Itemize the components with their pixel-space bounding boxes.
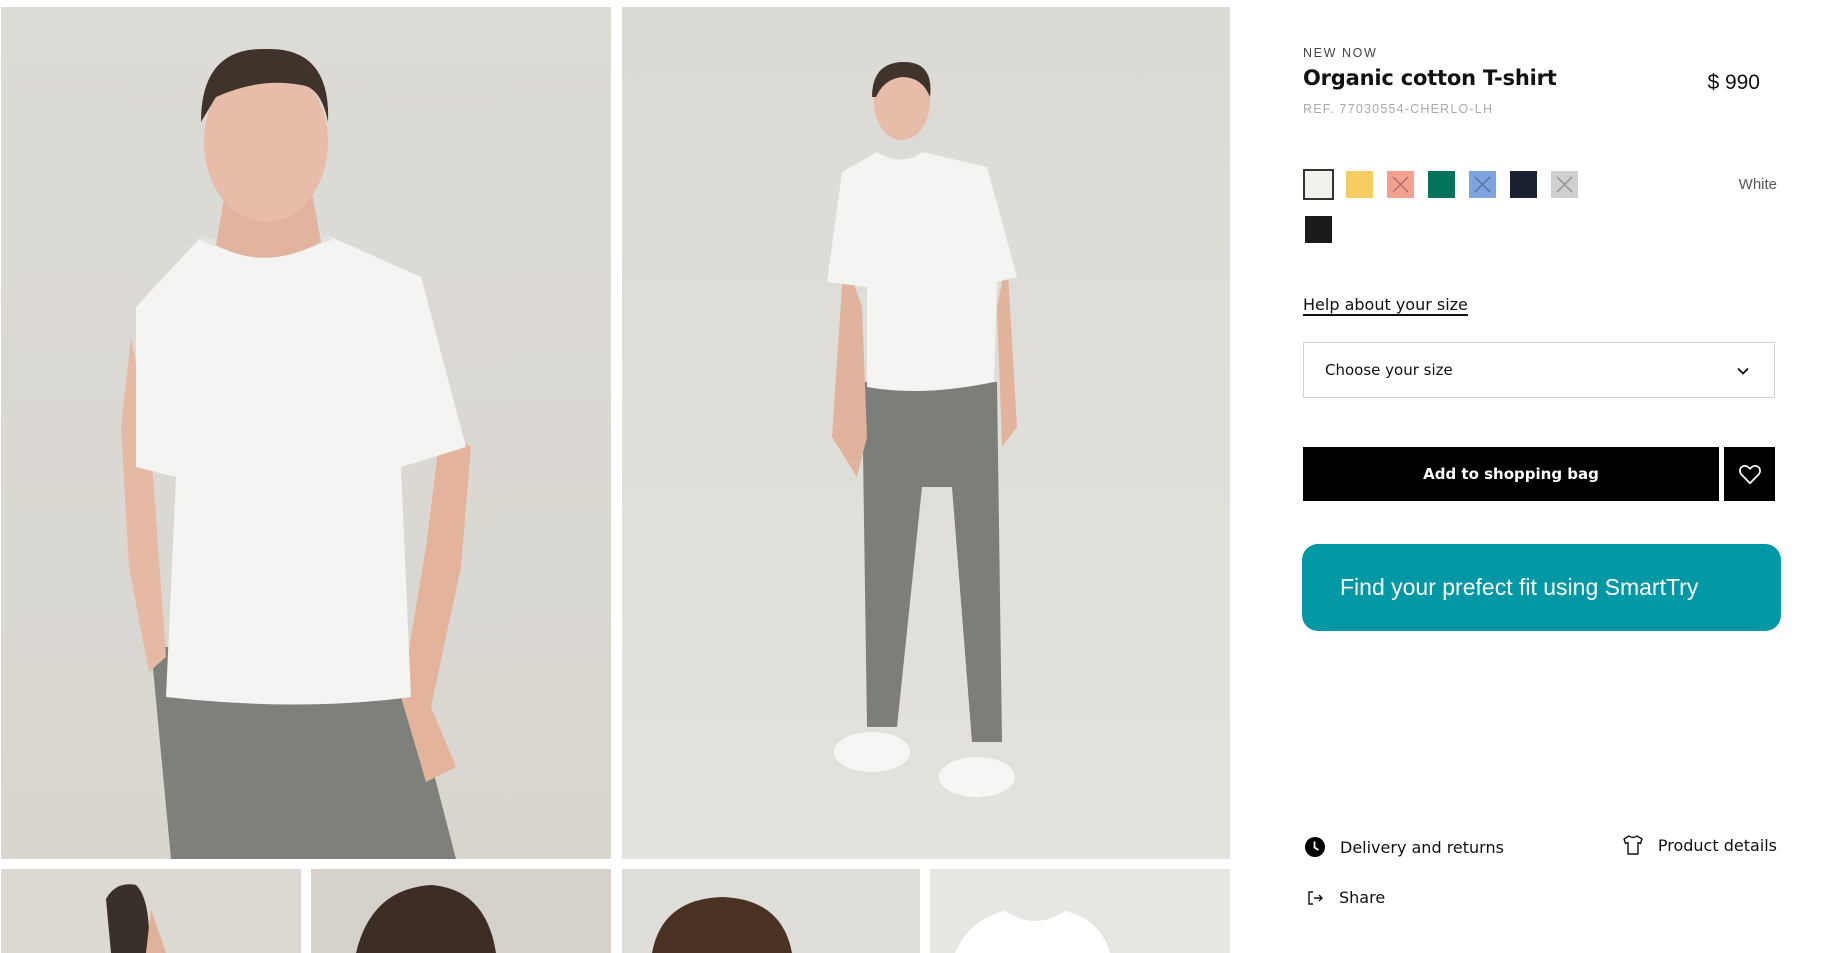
unavailable-cross-icon bbox=[1392, 176, 1409, 193]
color-swatch-coral[interactable] bbox=[1387, 171, 1414, 198]
share-label: Share bbox=[1339, 888, 1386, 907]
model-closeup-illustration bbox=[121, 48, 471, 859]
thumbnail-image-2[interactable] bbox=[311, 869, 611, 953]
selected-color-name: White bbox=[1738, 176, 1777, 193]
size-help-link[interactable]: Help about your size bbox=[1303, 295, 1468, 314]
product-image-main-fullbody[interactable] bbox=[622, 7, 1230, 859]
thumbnail-image-1[interactable] bbox=[1, 869, 301, 953]
thumbnail-image-4[interactable] bbox=[930, 869, 1230, 953]
favorite-button[interactable] bbox=[1724, 447, 1775, 501]
size-dropdown-placeholder: Choose your size bbox=[1325, 361, 1453, 379]
share-icon bbox=[1307, 889, 1325, 907]
product-info-panel: NEW NOW Organic cotton T-shirt REF. 7703… bbox=[1302, 0, 1781, 953]
product-details-link[interactable]: Product details bbox=[1622, 834, 1777, 856]
product-details-label: Product details bbox=[1657, 835, 1777, 855]
thumbnail-head-closeup bbox=[652, 897, 792, 953]
share-link[interactable]: Share bbox=[1307, 888, 1385, 907]
product-title: Organic cotton T-shirt bbox=[1303, 66, 1557, 90]
color-swatch-navy[interactable] bbox=[1510, 171, 1537, 198]
unavailable-cross-icon bbox=[1474, 176, 1491, 193]
product-eyebrow: NEW NOW bbox=[1303, 46, 1378, 60]
color-swatch-green[interactable] bbox=[1428, 171, 1455, 198]
product-image-main-closeup[interactable] bbox=[1, 7, 611, 859]
clock-icon bbox=[1304, 836, 1326, 858]
smarttry-button[interactable]: Find your prefect fit using SmartTry bbox=[1302, 544, 1781, 631]
thumbnail-hair-closeup bbox=[356, 885, 496, 953]
tshirt-icon bbox=[1622, 834, 1644, 856]
add-to-bag-button[interactable]: Add to shopping bag bbox=[1303, 447, 1719, 501]
heart-icon bbox=[1739, 465, 1761, 485]
unavailable-cross-icon bbox=[1556, 176, 1573, 193]
color-swatch-white[interactable] bbox=[1303, 169, 1334, 200]
color-swatch-blue[interactable] bbox=[1469, 171, 1496, 198]
thumbnail-image-3[interactable] bbox=[622, 869, 920, 953]
delivery-returns-label: Delivery and returns bbox=[1340, 837, 1504, 857]
size-dropdown[interactable]: Choose your size bbox=[1303, 342, 1775, 398]
thumbnail-tshirt-flatlay bbox=[955, 911, 1110, 953]
color-swatch-yellow[interactable] bbox=[1346, 171, 1373, 198]
product-price: $ 990 bbox=[1707, 71, 1760, 94]
color-swatch-grey[interactable] bbox=[1551, 171, 1578, 198]
model-fullbody-illustration bbox=[827, 62, 1017, 797]
product-reference: REF. 77030554-CHERLO-LH bbox=[1303, 102, 1494, 116]
thumbnail-back-view bbox=[106, 884, 166, 953]
chevron-down-icon bbox=[1736, 363, 1750, 377]
color-swatch-black[interactable] bbox=[1305, 216, 1332, 243]
delivery-returns-link[interactable]: Delivery and returns bbox=[1304, 836, 1504, 858]
